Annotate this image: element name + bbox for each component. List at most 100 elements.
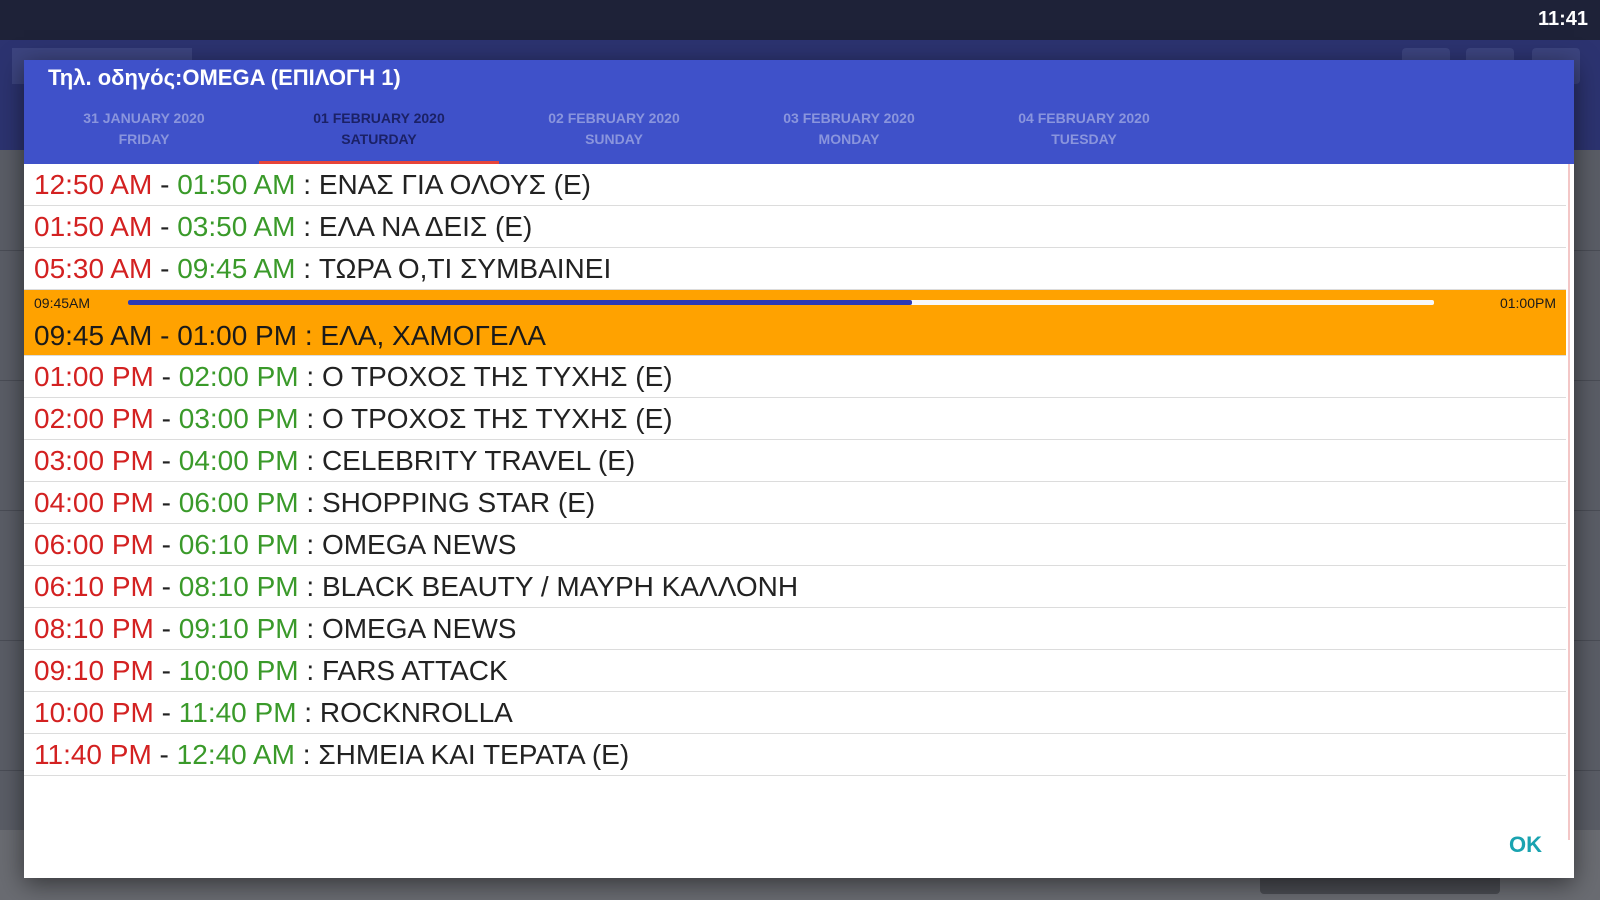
program-title: FARS ATTACK bbox=[321, 655, 508, 686]
program-title: ΕΛΑ ΝΑ ΔΕΙΣ (E) bbox=[318, 211, 533, 242]
program-row-current[interactable]: 09:45AM 01:00PM 09:45 AM - 01:00 PM : ΕΛΑ,… bbox=[24, 290, 1566, 356]
program-start-time: 01:00 PM bbox=[34, 361, 154, 392]
tab-weekday-label: TUESDAY bbox=[1051, 131, 1117, 147]
status-bar: 11:41 bbox=[0, 0, 1600, 40]
progress-bar bbox=[128, 300, 1434, 305]
tab-weekday-label: MONDAY bbox=[818, 131, 880, 147]
dialog-header: Τηλ. οδηγός:OMEGA (ΕΠΙΛΟΓΗ 1) 31 JANUARY… bbox=[24, 60, 1574, 164]
progress-bar-fill bbox=[128, 300, 912, 305]
program-title: ΕΝΑΣ ΓΙΑ ΟΛΟΥΣ (E) bbox=[318, 169, 591, 200]
title-separator: : bbox=[298, 403, 322, 434]
program-end-time: 11:40 PM bbox=[178, 697, 297, 728]
tv-guide-dialog: Τηλ. οδηγός:OMEGA (ΕΠΙΛΟΓΗ 1) 31 JANUARY… bbox=[24, 60, 1574, 878]
program-start-time: 09:45 AM bbox=[34, 320, 153, 351]
time-separator: - bbox=[153, 697, 179, 728]
time-separator: - bbox=[153, 445, 179, 476]
title-separator: : bbox=[295, 253, 319, 284]
program-list[interactable]: 12:50 AM - 01:50 AM : ΕΝΑΣ ΓΙΑ ΟΛΟΥΣ (E)… bbox=[24, 164, 1574, 844]
tab-day-1[interactable]: 01 FEBRUARY 2020 SATURDAY bbox=[259, 104, 499, 164]
program-end-time: 09:45 AM bbox=[177, 253, 296, 284]
program-row[interactable]: 11:40 PM - 12:40 AM : ΣΗΜΕΙΑ ΚΑΙ ΤΕΡΑΤΑ … bbox=[24, 734, 1566, 776]
program-row[interactable]: 09:10 PM - 10:00 PM : FARS ATTACK bbox=[24, 650, 1566, 692]
title-separator: : bbox=[294, 739, 319, 770]
program-row[interactable]: 01:50 AM - 03:50 AM : ΕΛΑ ΝΑ ΔΕΙΣ (E) bbox=[24, 206, 1566, 248]
program-end-time: 04:00 PM bbox=[178, 445, 299, 476]
time-separator: - bbox=[153, 487, 179, 518]
title-separator: : bbox=[298, 655, 322, 686]
program-end-time: 02:00 PM bbox=[178, 361, 299, 392]
title-separator: : bbox=[297, 320, 321, 351]
program-end-time: 12:40 AM bbox=[176, 739, 295, 770]
date-tabs: 31 JANUARY 2020 FRIDAY 01 FEBRUARY 2020 SAT… bbox=[24, 104, 1574, 164]
program-end-time: 06:00 PM bbox=[178, 487, 299, 518]
program-row[interactable]: 05:30 AM - 09:45 AM : ΤΩΡΑ Ο,ΤΙ ΣΥΜΒΑΙΝΕ… bbox=[24, 248, 1566, 290]
program-end-time: 03:50 AM bbox=[177, 211, 296, 242]
program-start-time: 12:50 AM bbox=[34, 169, 153, 200]
tab-date-label: 01 FEBRUARY 2020 bbox=[313, 110, 445, 126]
progress-end-time: 01:00PM bbox=[1499, 295, 1556, 311]
time-separator: - bbox=[153, 529, 179, 560]
title-separator: : bbox=[298, 571, 322, 602]
title-separator: : bbox=[298, 529, 322, 560]
program-row[interactable]: 01:00 PM - 02:00 PM : Ο ΤΡΟΧΟΣ ΤΗΣ ΤΥΧΗΣ… bbox=[24, 356, 1566, 398]
tab-weekday-label: SUNDAY bbox=[585, 131, 643, 147]
scroll-edge bbox=[1568, 164, 1570, 840]
tab-weekday-label: SATURDAY bbox=[341, 131, 417, 147]
time-separator: - bbox=[151, 739, 177, 770]
program-start-time: 06:10 PM bbox=[34, 571, 154, 602]
program-start-time: 04:00 PM bbox=[34, 487, 154, 518]
program-row[interactable]: 12:50 AM - 01:50 AM : ΕΝΑΣ ΓΙΑ ΟΛΟΥΣ (E) bbox=[24, 164, 1566, 206]
program-end-time: 09:10 PM bbox=[178, 613, 299, 644]
program-row-content: 09:45 AM - 01:00 PM : ΕΛΑ, ΧΑΜΟΓΕΛΑ bbox=[34, 320, 546, 352]
program-row[interactable]: 10:00 PM - 11:40 PM : ROCKNROLLA bbox=[24, 692, 1566, 734]
tab-date-label: 02 FEBRUARY 2020 bbox=[548, 110, 680, 126]
tab-day-0[interactable]: 31 JANUARY 2020 FRIDAY bbox=[24, 104, 264, 164]
time-separator: - bbox=[153, 613, 179, 644]
program-title: Ο ΤΡΟΧΟΣ ΤΗΣ ΤΥΧΗΣ (E) bbox=[321, 361, 673, 392]
program-row[interactable]: 06:10 PM - 08:10 PM : BLACK BEAUTY / ΜΑΥ… bbox=[24, 566, 1566, 608]
title-separator: : bbox=[295, 169, 319, 200]
title-separator: : bbox=[298, 445, 322, 476]
program-title: ΤΩΡΑ Ο,ΤΙ ΣΥΜΒΑΙΝΕΙ bbox=[318, 253, 612, 284]
program-start-time: 03:00 PM bbox=[34, 445, 154, 476]
program-title: CELEBRITY TRAVEL (E) bbox=[321, 445, 636, 476]
title-separator: : bbox=[298, 361, 322, 392]
program-start-time: 05:30 AM bbox=[34, 253, 153, 284]
program-start-time: 06:00 PM bbox=[34, 529, 154, 560]
title-separator: : bbox=[298, 613, 322, 644]
program-row[interactable]: 02:00 PM - 03:00 PM : Ο ΤΡΟΧΟΣ ΤΗΣ ΤΥΧΗΣ… bbox=[24, 398, 1566, 440]
tab-date-label: 04 FEBRUARY 2020 bbox=[1018, 110, 1150, 126]
tab-day-4[interactable]: 04 FEBRUARY 2020 TUESDAY bbox=[964, 104, 1204, 164]
progress-start-time: 09:45AM bbox=[34, 295, 91, 311]
program-start-time: 09:10 PM bbox=[34, 655, 154, 686]
status-clock: 11:41 bbox=[1537, 8, 1588, 30]
program-end-time: 01:00 PM bbox=[177, 320, 298, 351]
program-end-time: 03:00 PM bbox=[178, 403, 299, 434]
program-title: Ο ΤΡΟΧΟΣ ΤΗΣ ΤΥΧΗΣ (E) bbox=[321, 403, 673, 434]
time-separator: - bbox=[153, 403, 179, 434]
program-title: BLACK BEAUTY / ΜΑΥΡΗ ΚΑΛΛΟΝΗ bbox=[321, 571, 799, 602]
program-title: OMEGA NEWS bbox=[321, 613, 517, 644]
program-end-time: 01:50 AM bbox=[177, 169, 296, 200]
program-row[interactable]: 04:00 PM - 06:00 PM : SHOPPING STAR (E) bbox=[24, 482, 1566, 524]
program-row[interactable]: 06:00 PM - 06:10 PM : OMEGA NEWS bbox=[24, 524, 1566, 566]
program-title: SHOPPING STAR (E) bbox=[321, 487, 596, 518]
dialog-title: Τηλ. οδηγός:OMEGA (ΕΠΙΛΟΓΗ 1) bbox=[48, 65, 401, 90]
program-start-time: 02:00 PM bbox=[34, 403, 154, 434]
tab-day-3[interactable]: 03 FEBRUARY 2020 MONDAY bbox=[729, 104, 969, 164]
program-title: OMEGA NEWS bbox=[321, 529, 517, 560]
program-title: ROCKNROLLA bbox=[319, 697, 513, 728]
program-end-time: 10:00 PM bbox=[178, 655, 299, 686]
tab-day-2[interactable]: 02 FEBRUARY 2020 SUNDAY bbox=[494, 104, 734, 164]
tab-date-label: 31 JANUARY 2020 bbox=[83, 110, 205, 126]
program-row[interactable]: 08:10 PM - 09:10 PM : OMEGA NEWS bbox=[24, 608, 1566, 650]
title-separator: : bbox=[298, 487, 322, 518]
tab-weekday-label: FRIDAY bbox=[118, 131, 170, 147]
ok-button[interactable]: OK bbox=[1509, 832, 1542, 858]
time-separator: - bbox=[152, 211, 178, 242]
program-row[interactable]: 03:00 PM - 04:00 PM : CELEBRITY TRAVEL (… bbox=[24, 440, 1566, 482]
time-separator: - bbox=[152, 169, 178, 200]
program-end-time: 08:10 PM bbox=[178, 571, 299, 602]
program-start-time: 11:40 PM bbox=[34, 739, 152, 770]
program-title: ΕΛΑ, ΧΑΜΟΓΕΛΑ bbox=[320, 320, 546, 351]
